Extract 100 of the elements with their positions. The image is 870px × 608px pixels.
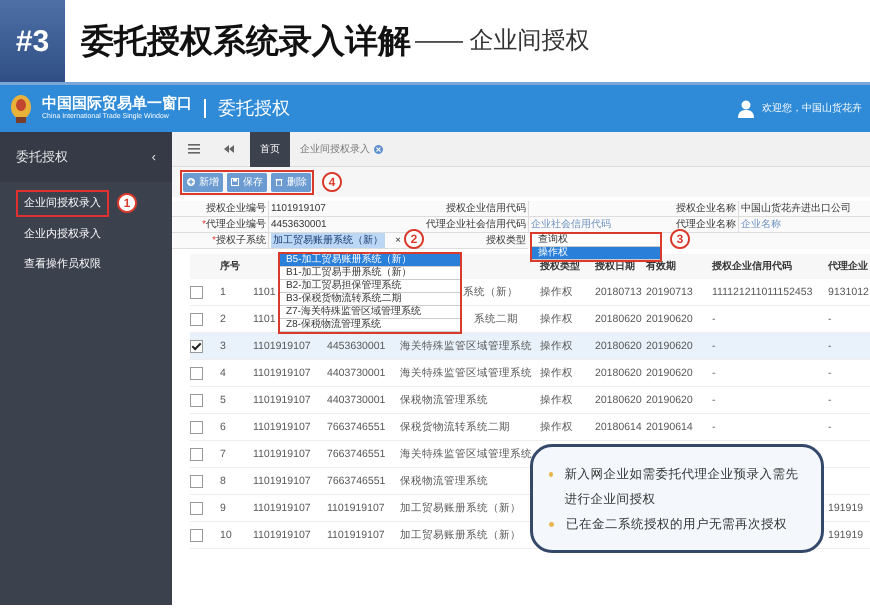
slide-title: 委托授权系统录入详解 (81, 21, 411, 62)
field-label: 授权企业编号 (206, 203, 266, 214)
field-label: 代理企业社会信用代码 (426, 219, 526, 230)
logo-icon (8, 92, 34, 124)
step-marker: 1 (117, 193, 137, 214)
table-cell: 操作权 (540, 387, 595, 414)
callout-text: 新入网企业如需委托代理企业预录入需先进行企业间授权 (564, 465, 800, 508)
table-cell: - (712, 360, 828, 387)
field-label: 授权企业名称 (676, 203, 736, 214)
dropdown-option[interactable]: B2-加工贸易担保管理系统 (280, 280, 460, 293)
table-cell: - (712, 333, 828, 360)
table-cell: 1101919107 (253, 441, 327, 468)
dropdown-option[interactable]: B3-保税货物流转系统二期 (280, 293, 460, 306)
table-cell: 4403730001 (327, 360, 400, 387)
table-cell: 1101919107 (253, 333, 327, 360)
table-cell: - (828, 333, 870, 360)
table-cell: 4453630001 (327, 333, 400, 360)
column-header: 序号 (220, 254, 253, 279)
table-cell: 1101919107 (253, 414, 327, 441)
sidebar-item[interactable]: 查看操作员权限 (16, 251, 109, 278)
table-cell: 9 (220, 495, 253, 522)
sidebar-title: 委托授权 (16, 148, 68, 166)
table-cell: 10 (220, 522, 253, 549)
dropdown-option[interactable]: 操作权 (532, 247, 660, 260)
table-cell: 7663746551 (327, 414, 400, 441)
table-cell: 20180614 (595, 414, 646, 441)
table-cell: 1101919107 (253, 468, 327, 495)
checkbox[interactable] (190, 286, 203, 299)
required-mark: * (212, 235, 216, 246)
dropdown-option[interactable]: Z7-海关特殊监管区域管理系统 (280, 306, 460, 319)
dropdown-option[interactable]: Z8-保税物流管理系统 (280, 319, 460, 332)
table-cell: - (828, 387, 870, 414)
table-cell: 1101919107 (253, 360, 327, 387)
table-cell: 4403730001 (327, 387, 400, 414)
table-cell: 20190620 (646, 360, 712, 387)
table-cell: 7663746551 (327, 468, 400, 495)
input-field[interactable]: 1101919107 (268, 201, 405, 217)
table-cell: 操作权 (540, 360, 595, 387)
bullet-icon (549, 472, 553, 477)
collapse-toggle[interactable]: ‹ (152, 147, 156, 167)
module-title: 委托授权 (204, 98, 290, 118)
table-cell: 7 (220, 441, 253, 468)
checkbox[interactable] (190, 394, 203, 407)
table-cell: 操作权 (540, 414, 595, 441)
sidebar-item[interactable]: 企业内授权录入 (16, 220, 109, 247)
table-cell: 操作权 (540, 279, 595, 306)
table-cell: 20190620 (646, 333, 712, 360)
table-cell: 1101919107 (327, 495, 400, 522)
close-icon[interactable] (374, 144, 383, 154)
checkbox[interactable] (190, 528, 203, 542)
table-cell: 20190614 (646, 414, 712, 441)
sidebar-item[interactable]: 企业间授权录入 (16, 190, 109, 216)
dropdown-option[interactable]: B1-加工贸易手册系统（新） (280, 267, 460, 280)
table-cell: 海关特殊监管区域管理系统 (400, 360, 540, 387)
checkbox[interactable] (190, 340, 203, 353)
table-cell: 9131012 (828, 279, 870, 306)
menu-icon[interactable] (188, 144, 200, 154)
field-label: 代理企业名称 (676, 219, 736, 230)
table-cell: 1 (220, 279, 253, 306)
plus-icon (187, 178, 195, 186)
table-cell: 191919 (828, 522, 870, 549)
table-cell: 20180713 (595, 279, 646, 306)
table-cell: 20190620 (646, 387, 712, 414)
table-cell: 191919 (828, 495, 870, 522)
table-cell: 1101919107 (253, 522, 327, 549)
checkbox[interactable] (190, 448, 203, 461)
table-cell: 1101919107 (253, 495, 327, 522)
table-cell: 1101919107 (327, 522, 400, 549)
table-cell: 3 (220, 333, 253, 360)
table-cell: 8 (220, 468, 253, 495)
subsystem-select[interactable]: 加工贸易账册系统（新） (271, 233, 385, 248)
checkbox[interactable] (190, 366, 203, 380)
double-chevron-icon[interactable] (224, 145, 234, 153)
column-header: 有效期 (646, 254, 712, 279)
clear-button[interactable]: × (395, 233, 405, 248)
column-header: 代理企业 (828, 254, 870, 279)
slide-number: #3 (0, 0, 65, 82)
checkbox[interactable] (190, 312, 203, 326)
slide-subtitle: —— 企业间授权 (415, 26, 590, 56)
table-cell: 操作权 (540, 333, 595, 360)
table-cell: 4 (220, 360, 253, 387)
checkbox[interactable] (190, 502, 203, 515)
table-cell: 20190713 (646, 279, 712, 306)
checkbox[interactable] (190, 420, 203, 434)
table-cell: - (712, 387, 828, 414)
dropdown-option[interactable]: B5-加工贸易账册系统（新） (280, 254, 460, 267)
input-field[interactable]: 中国山货花卉进出口公司 (738, 201, 870, 217)
table-cell: 7663746551 (327, 441, 400, 468)
tab[interactable]: 企业间授权录入 (290, 132, 393, 166)
table-cell: 20180620 (595, 360, 646, 387)
table-cell: 20180620 (595, 387, 646, 414)
checkbox[interactable] (190, 474, 203, 488)
logo-title: 中国国际贸易单一窗口 (42, 96, 192, 112)
field-label: 授权企业信用代码 (446, 203, 526, 214)
field-label: 授权类型 (486, 235, 526, 246)
input-field[interactable] (528, 201, 665, 217)
tab[interactable]: 首页 (250, 132, 290, 166)
table-cell: 20180620 (595, 333, 646, 360)
field-label: 授权子系统 (216, 235, 266, 246)
table-cell: 111121211011152453 (712, 279, 828, 306)
